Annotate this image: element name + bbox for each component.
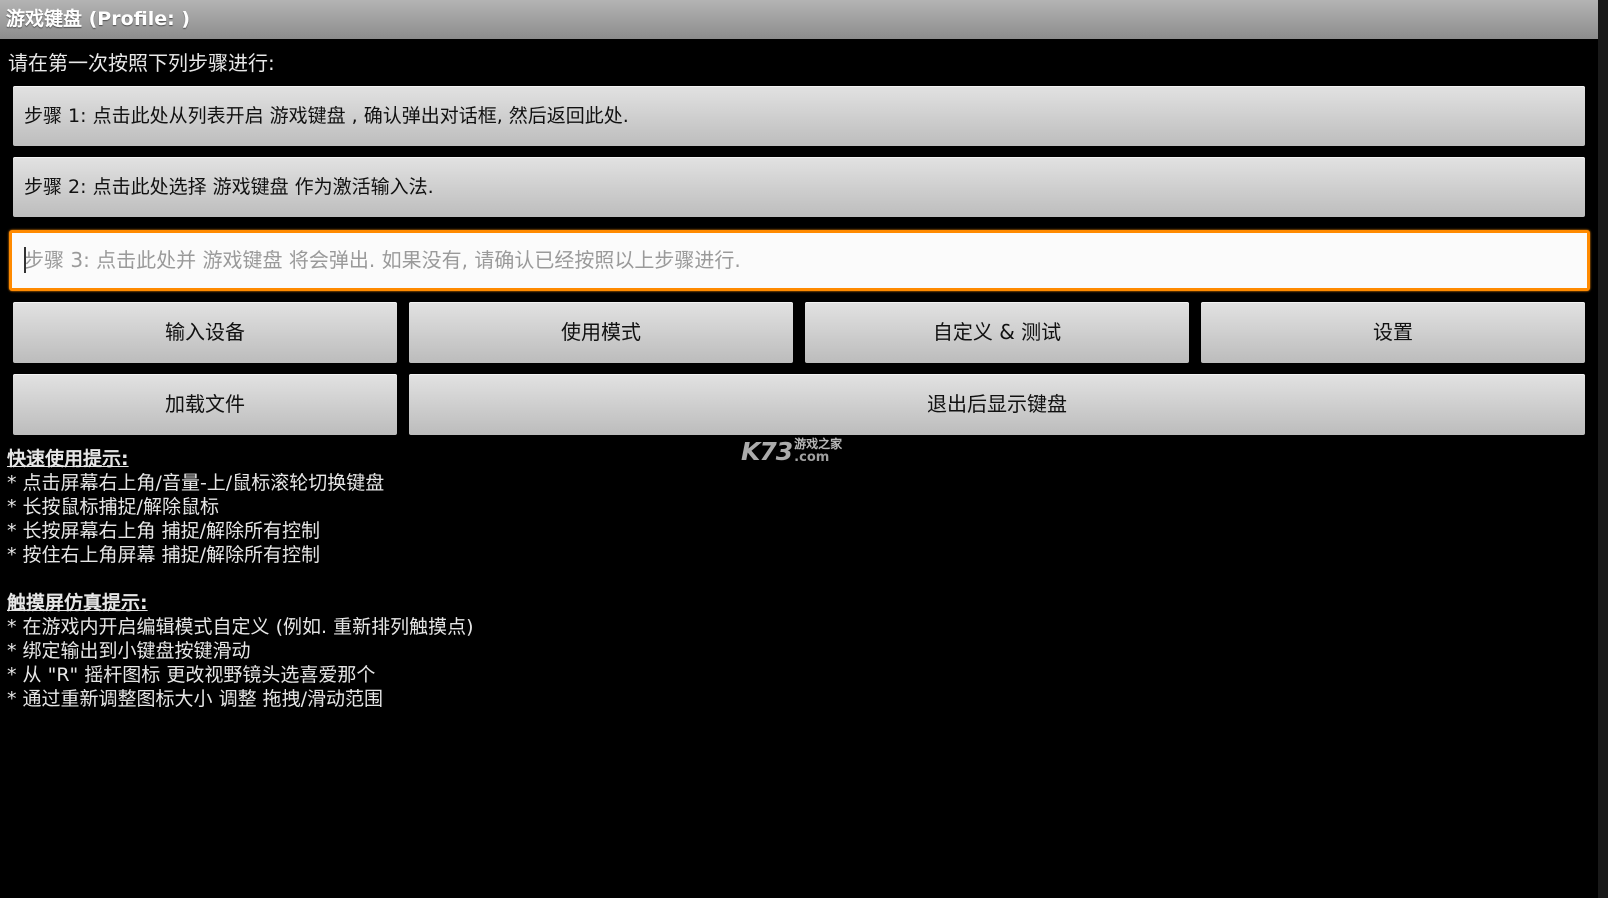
load-file-button[interactable]: 加载文件 (13, 374, 397, 435)
settings-button[interactable]: 设置 (1201, 302, 1585, 363)
touch-tip-item: * 绑定输出到小键盘按键滑动 (7, 640, 251, 662)
right-edge-strip (1598, 0, 1608, 898)
touch-tips-heading: 触摸屏仿真提示: (7, 592, 148, 614)
usage-mode-button[interactable]: 使用模式 (409, 302, 793, 363)
quick-tip-item: * 长按屏幕右上角 捕捉/解除所有控制 (7, 520, 320, 542)
watermark-logo-text: K73 (741, 436, 793, 466)
show-keyboard-on-exit-button[interactable]: 退出后显示键盘 (409, 374, 1585, 435)
intro-text: 请在第一次按照下列步骤进行: (8, 51, 275, 75)
quick-tips-section: 快速使用提示: * 点击屏幕右上角/音量-上/鼠标滚轮切换键盘 * 长按鼠标捕捉… (7, 447, 384, 567)
window-title: 游戏键盘 (Profile: ) (0, 0, 1598, 39)
watermark-domain: .com (794, 450, 830, 465)
game-keyboard-screen: 游戏键盘 (Profile: ) 请在第一次按照下列步骤进行: 步骤 1: 点击… (0, 0, 1608, 898)
touch-tip-item: * 在游戏内开启编辑模式自定义 (例如. 重新排列触摸点) (7, 616, 474, 638)
k73-watermark-logo: K73 游戏之家 .com (741, 436, 842, 466)
quick-tip-item: * 点击屏幕右上角/音量-上/鼠标滚轮切换键盘 (7, 472, 385, 494)
input-device-button[interactable]: 输入设备 (13, 302, 397, 363)
text-cursor (24, 247, 26, 273)
touch-tips-section: 触摸屏仿真提示: * 在游戏内开启编辑模式自定义 (例如. 重新排列触摸点) *… (7, 591, 474, 711)
quick-tip-item: * 长按鼠标捕捉/解除鼠标 (7, 496, 219, 518)
customize-test-button[interactable]: 自定义 & 测试 (805, 302, 1189, 363)
step-1-button[interactable]: 步骤 1: 点击此处从列表开启 游戏键盘 , 确认弹出对话框, 然后返回此处. (13, 86, 1585, 146)
step-2-button[interactable]: 步骤 2: 点击此处选择 游戏键盘 作为激活输入法. (13, 157, 1585, 217)
touch-tip-item: * 从 "R" 摇杆图标 更改视野镜头选喜爱那个 (7, 664, 376, 686)
quick-tips-heading: 快速使用提示: (7, 448, 129, 470)
touch-tip-item: * 通过重新调整图标大小 调整 拖拽/滑动范围 (7, 688, 384, 710)
step-3-placeholder: 步骤 3: 点击此处并 游戏键盘 将会弹出. 如果没有, 请确认已经按照以上步骤… (24, 248, 741, 272)
quick-tip-item: * 按住右上角屏幕 捕捉/解除所有控制 (7, 544, 320, 566)
step-3-input-field[interactable]: 步骤 3: 点击此处并 游戏键盘 将会弹出. 如果没有, 请确认已经按照以上步骤… (9, 230, 1590, 291)
